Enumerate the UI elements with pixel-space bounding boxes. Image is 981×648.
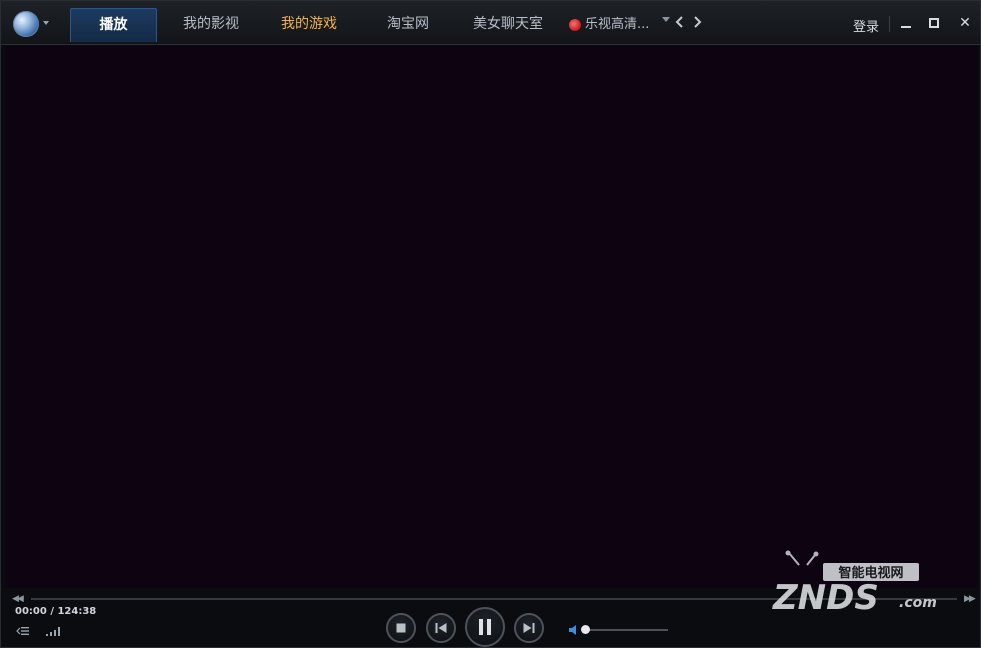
stop-icon xyxy=(396,623,406,633)
skip-previous-icon xyxy=(435,623,447,633)
maximize-icon xyxy=(929,18,939,28)
previous-button[interactable] xyxy=(426,613,456,643)
skip-next-icon xyxy=(523,623,535,633)
tab-taobao[interactable]: 淘宝网 xyxy=(373,8,443,42)
playlist-icon[interactable] xyxy=(16,626,29,636)
player-window: 播放 我的影视 我的游戏 淘宝网 美女聊天室 乐视高清... 登录 ✕ ◀◀ ▶… xyxy=(0,0,981,648)
logo-dropdown-icon[interactable] xyxy=(43,21,49,25)
login-button[interactable]: 登录 xyxy=(853,16,879,35)
minimize-button[interactable] xyxy=(897,14,915,32)
video-area[interactable] xyxy=(6,46,977,588)
total-time: / 124:38 xyxy=(50,606,97,617)
volume-icon[interactable] xyxy=(569,624,579,636)
tab-play[interactable]: 播放 xyxy=(70,8,157,42)
tab-my-videos[interactable]: 我的影视 xyxy=(171,8,251,42)
signal-bars-icon[interactable] xyxy=(45,626,61,636)
tab-letv-label: 乐视高清... xyxy=(585,17,650,32)
watermark-brand: ZNDS xyxy=(772,578,879,617)
tab-letv[interactable]: 乐视高清... xyxy=(569,8,661,42)
znds-watermark: 智能电视网 ZNDS .com xyxy=(772,550,937,617)
tab-my-games[interactable]: 我的游戏 xyxy=(269,8,349,42)
close-icon: ✕ xyxy=(959,15,971,31)
close-button[interactable]: ✕ xyxy=(956,14,974,32)
maximize-button[interactable] xyxy=(925,14,943,32)
tabs-prev-button[interactable] xyxy=(675,15,687,33)
time-display: 00:00 / 124:38 xyxy=(15,606,96,617)
title-bar: 播放 我的影视 我的游戏 淘宝网 美女聊天室 乐视高清... 登录 ✕ xyxy=(1,1,980,45)
current-time: 00:00 xyxy=(15,606,47,617)
chevron-left-icon xyxy=(675,16,683,28)
volume-slider[interactable] xyxy=(584,629,668,631)
minimize-icon xyxy=(901,26,911,28)
next-button[interactable] xyxy=(514,613,544,643)
watermark-suffix: .com xyxy=(899,595,937,611)
tabs-next-button[interactable] xyxy=(692,15,704,33)
seek-back-icon[interactable]: ◀◀ xyxy=(12,594,24,604)
title-divider xyxy=(889,16,890,32)
pause-button[interactable] xyxy=(465,607,505,647)
tab-chatroom[interactable]: 美女聊天室 xyxy=(463,8,553,42)
letv-icon xyxy=(569,19,581,31)
volume-knob[interactable] xyxy=(581,625,590,634)
tabs-dropdown-icon[interactable] xyxy=(662,17,670,22)
pause-icon xyxy=(479,619,491,635)
chevron-right-icon xyxy=(694,16,702,28)
app-logo-icon[interactable] xyxy=(13,11,39,37)
seek-forward-icon[interactable]: ▶▶ xyxy=(964,594,976,604)
stop-button[interactable] xyxy=(386,613,416,643)
